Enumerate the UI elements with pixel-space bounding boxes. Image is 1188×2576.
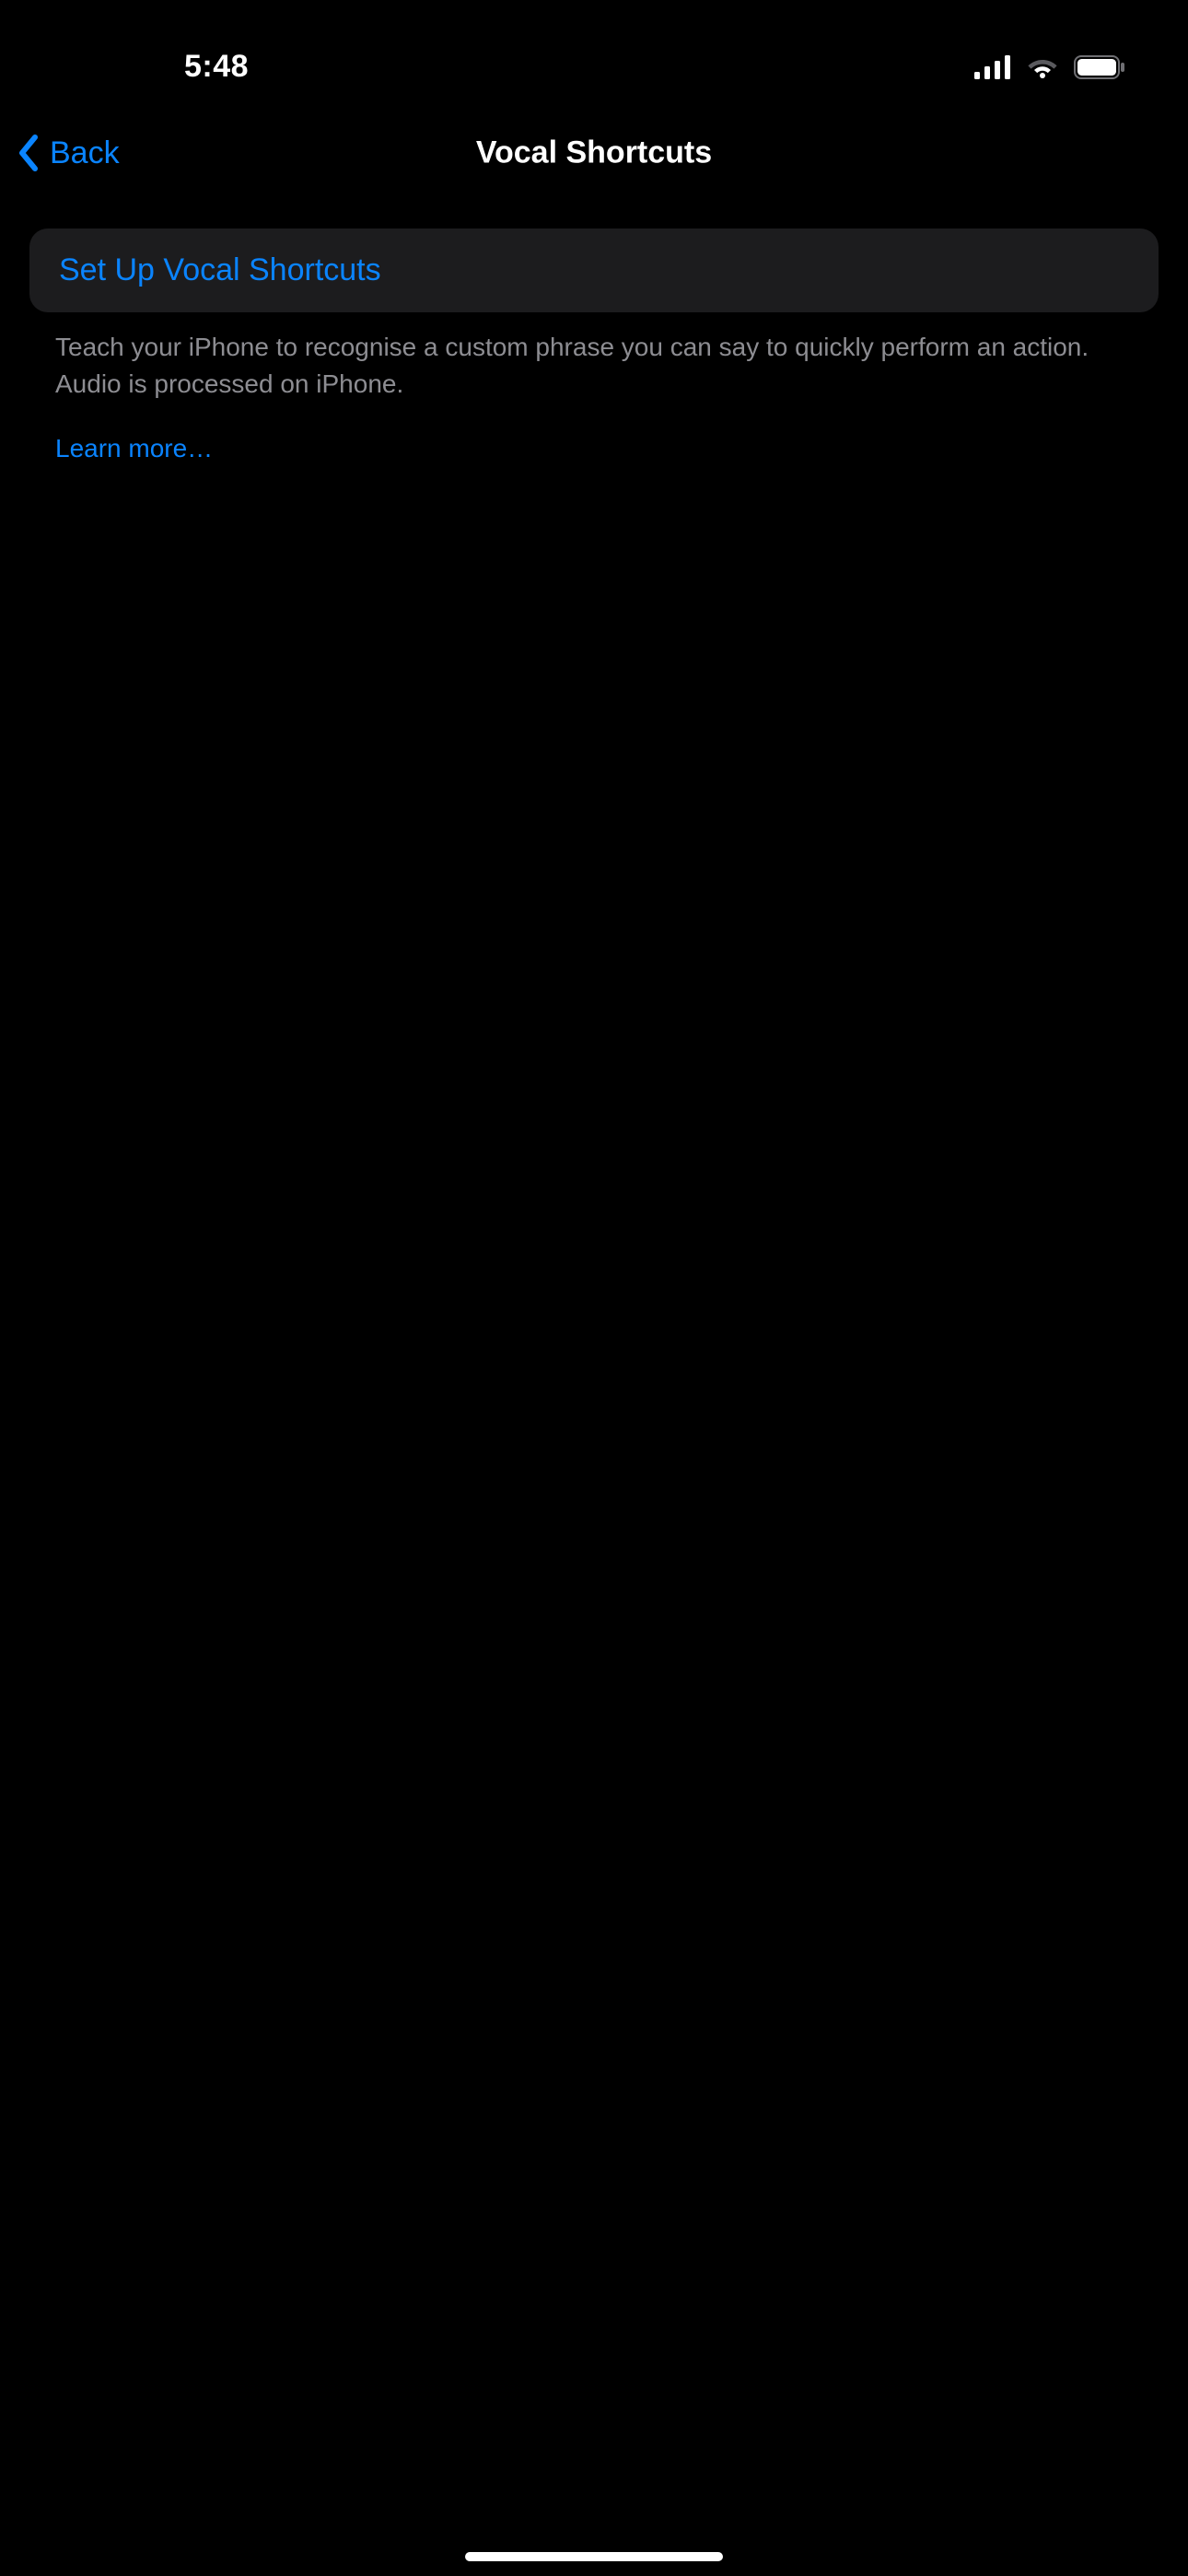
settings-group: Set Up Vocal Shortcuts Teach your iPhone…: [29, 228, 1159, 467]
learn-more-link[interactable]: Learn more…: [29, 403, 239, 467]
nav-bar: Back Vocal Shortcuts: [0, 107, 1188, 199]
wifi-icon: [1026, 55, 1059, 79]
battery-icon: [1074, 55, 1127, 79]
group-footer-description: Teach your iPhone to recognise a custom …: [29, 312, 1159, 403]
content-area: Set Up Vocal Shortcuts Teach your iPhone…: [0, 199, 1188, 467]
back-label: Back: [50, 135, 120, 171]
chevron-left-icon: [17, 135, 41, 171]
setup-vocal-shortcuts-button[interactable]: Set Up Vocal Shortcuts: [29, 228, 1159, 312]
status-time: 5:48: [184, 49, 249, 85]
home-indicator[interactable]: [465, 2552, 723, 2561]
status-indicators: [974, 55, 1127, 79]
status-bar: 5:48: [0, 0, 1188, 101]
cellular-icon: [974, 55, 1011, 79]
page-title: Vocal Shortcuts: [476, 135, 712, 171]
setup-vocal-shortcuts-label: Set Up Vocal Shortcuts: [59, 252, 381, 287]
back-button[interactable]: Back: [17, 135, 120, 171]
